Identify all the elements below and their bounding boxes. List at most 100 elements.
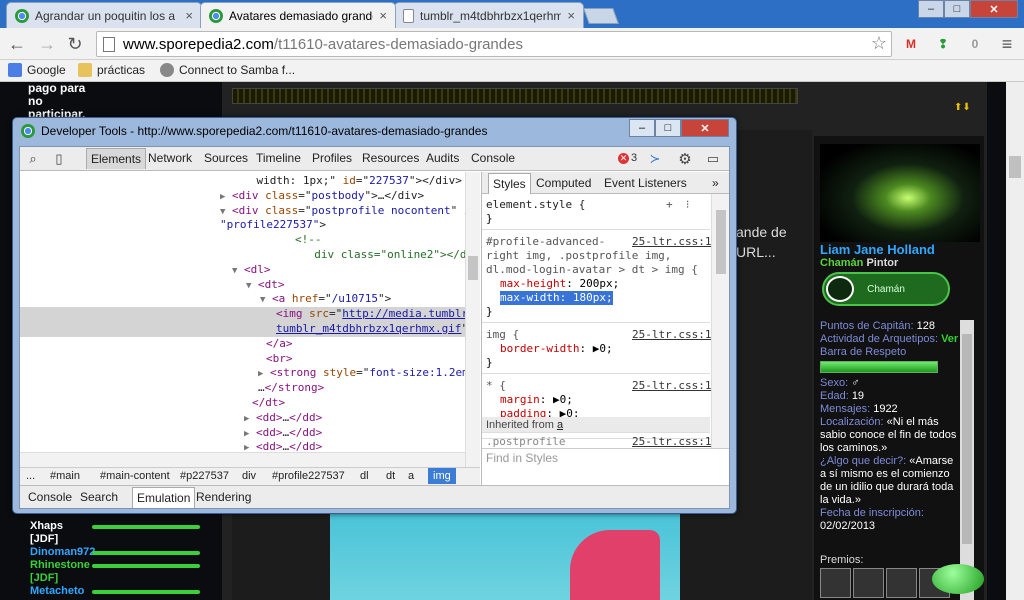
devtools-titlebar[interactable]: Developer Tools - http://www.sporepedia2… <box>13 118 736 144</box>
css-declaration[interactable]: max-height: 200px; <box>500 277 619 291</box>
browser-tab[interactable]: Agrandar un poquitin los a × <box>6 2 202 28</box>
chat-user-row[interactable]: Xhaps <box>28 520 208 533</box>
dom-node-line[interactable]: ▼ <a href="/u10715"> <box>20 292 480 307</box>
scroll-arrows-icon[interactable]: ⬆⬇ <box>954 102 971 113</box>
rule-source-link[interactable]: 25-ltr.css:1 <box>632 235 711 249</box>
username-link[interactable]: Liam Jane Holland <box>820 242 935 257</box>
address-bar[interactable]: www.sporepedia2.com/t11610-avatares-dema… <box>96 31 892 57</box>
tab-timeline[interactable]: Timeline <box>256 151 301 165</box>
bookmark-folder-practicas[interactable]: prácticas <box>78 63 145 77</box>
drawer-tab-emulation[interactable]: Emulation <box>132 487 196 508</box>
new-tab-button[interactable] <box>583 8 619 24</box>
gmail-icon[interactable]: M <box>900 33 922 55</box>
breadcrumb-item[interactable]: dl <box>360 470 369 482</box>
chat-user-row[interactable]: Rhinestone <box>28 559 208 572</box>
css-declaration[interactable]: max-width: 180px; <box>500 291 613 305</box>
find-in-styles-input[interactable]: Find in Styles <box>482 448 729 467</box>
dom-node-line[interactable]: width: 1px;" id="227537"></div> <box>20 174 480 189</box>
breadcrumb-item[interactable]: ... <box>26 470 35 482</box>
rule-selector[interactable]: element.style { <box>486 198 585 212</box>
chat-user-row[interactable]: [JDF] <box>28 533 208 546</box>
close-icon[interactable]: × <box>379 8 387 23</box>
page-scrollbar[interactable] <box>1006 82 1024 600</box>
maximize-button[interactable]: □ <box>944 0 970 18</box>
scrollbar-thumb[interactable] <box>962 334 972 544</box>
chat-username[interactable]: Xhaps <box>30 520 63 533</box>
dom-node-line[interactable]: <!-- <box>20 233 480 248</box>
rule-selector[interactable]: dl.mod-login-avatar > dt > img { <box>486 263 698 277</box>
chat-username[interactable]: Dinoman972 <box>30 546 95 559</box>
reload-icon[interactable]: ↻ <box>64 33 86 55</box>
dom-node-line[interactable]: <br> <box>20 352 480 367</box>
dom-node-line[interactable]: ▶ <strong style="font-size:1.2em <box>20 366 480 381</box>
scrollbar-thumb[interactable] <box>468 256 478 280</box>
chat-username[interactable]: Metacheto <box>30 585 84 598</box>
tab-resources[interactable]: Resources <box>362 151 419 165</box>
chat-username[interactable]: [JDF] <box>30 533 58 546</box>
drawer-tab-rendering[interactable]: Rendering <box>196 490 251 504</box>
rule-selector[interactable]: #profile-advanced- 25-ltr.css:1 <box>486 235 711 249</box>
device-mode-icon[interactable]: ▯ <box>50 150 68 168</box>
dock-icon[interactable]: ▭ <box>704 150 722 168</box>
office-icon[interactable]: 0 <box>964 33 986 55</box>
drawer-tab-console[interactable]: Console <box>28 490 72 504</box>
rule-source-link[interactable]: 25-ltr.css:1 <box>632 328 711 342</box>
chat-user-row[interactable]: [JDF] <box>28 572 208 585</box>
browser-tab-active[interactable]: Avatares demasiado grande × <box>200 2 396 28</box>
bookmark-star-icon[interactable]: ☆ <box>871 33 887 54</box>
breadcrumb-item[interactable]: img <box>428 468 456 484</box>
elements-tree[interactable]: width: 1px;" id="227537"></div> ▶ <div cl… <box>20 172 480 467</box>
rule-selector[interactable]: right img, .postprofile img, <box>486 249 671 263</box>
dom-node-line[interactable]: ▶ <dd>…</dd> <box>20 426 480 441</box>
css-declaration[interactable]: margin: ▶0; <box>500 393 573 407</box>
evernote-icon[interactable]: ❢ <box>932 33 954 55</box>
breadcrumb-item[interactable]: #main <box>50 470 80 482</box>
browser-tab[interactable]: tumblr_m4tdbhrbzx1qerhm × <box>394 2 584 28</box>
dom-node-line[interactable]: tumblr_m4tdbhrbzx1qerhmx.gif" <box>20 322 480 337</box>
tab-profiles[interactable]: Profiles <box>312 151 352 165</box>
gear-icon[interactable]: ⚙ <box>676 150 694 168</box>
elements-vscrollbar[interactable] <box>465 172 480 467</box>
breadcrumb-item[interactable]: #profile227537 <box>272 470 345 482</box>
styles-tab-event-listeners[interactable]: Event Listeners <box>604 176 687 190</box>
dom-node-line[interactable]: …</strong> <box>20 381 480 396</box>
maximize-button[interactable]: □ <box>655 119 681 137</box>
back-icon[interactable]: ← <box>6 33 28 55</box>
breadcrumb-item[interactable]: #main-content <box>100 470 170 482</box>
dom-node-line[interactable]: ▼ <dl> <box>20 263 480 278</box>
scrollbar-thumb[interactable] <box>716 210 726 274</box>
tab-elements[interactable]: Elements <box>86 148 147 169</box>
minimize-button[interactable]: – <box>629 119 655 137</box>
profile-scrollbar[interactable] <box>960 320 974 600</box>
dom-node-line[interactable]: </a> <box>20 337 480 352</box>
chat-user-row[interactable]: Dinoman972 <box>28 546 208 559</box>
close-window-button[interactable]: ✕ <box>970 0 1018 18</box>
dom-node-line[interactable]: div class="online2"></div>--> <box>20 248 480 263</box>
error-counter[interactable]: ✕ 3 <box>618 152 637 164</box>
bookmark-google[interactable]: Google <box>8 63 66 77</box>
search-icon[interactable]: ⌕ <box>24 150 42 168</box>
dom-node-line[interactable]: ▼ <dt> <box>20 278 480 293</box>
dom-node-line[interactable]: </dt> <box>20 396 480 411</box>
more-tabs-icon[interactable]: » <box>712 176 719 190</box>
breadcrumb-item[interactable]: a <box>408 470 414 482</box>
breadcrumb-item[interactable]: dt <box>386 470 395 482</box>
tab-network[interactable]: Network <box>148 151 192 165</box>
dom-node-line[interactable]: "profile227537"> <box>20 218 480 233</box>
avatar[interactable] <box>820 144 980 242</box>
styles-tab-styles[interactable]: Styles <box>488 173 531 194</box>
styles-tab-computed[interactable]: Computed <box>536 176 591 190</box>
dom-node-line[interactable]: ▶ <div class="postbody">…</div> <box>20 189 480 204</box>
rule-source-link[interactable]: 25-ltr.css:1 <box>632 379 711 393</box>
tab-console[interactable]: Console <box>471 151 515 165</box>
tab-sources[interactable]: Sources <box>204 151 248 165</box>
bookmark-samba[interactable]: Connect to Samba f... <box>160 63 295 77</box>
breadcrumb-item[interactable]: #p227537 <box>180 470 229 482</box>
rule-source-link[interactable]: 25-ltr.css:1 <box>632 435 711 449</box>
dom-node-line[interactable]: ▶ <dd>…</dd> <box>20 411 480 426</box>
rule-selector[interactable]: img {25-ltr.css:1 <box>486 328 711 342</box>
console-drawer-icon[interactable]: ≻ <box>646 150 664 168</box>
chat-username[interactable]: [JDF] <box>30 572 58 585</box>
chat-bubble-icon[interactable] <box>932 564 984 594</box>
drawer-tab-search[interactable]: Search <box>80 490 118 504</box>
